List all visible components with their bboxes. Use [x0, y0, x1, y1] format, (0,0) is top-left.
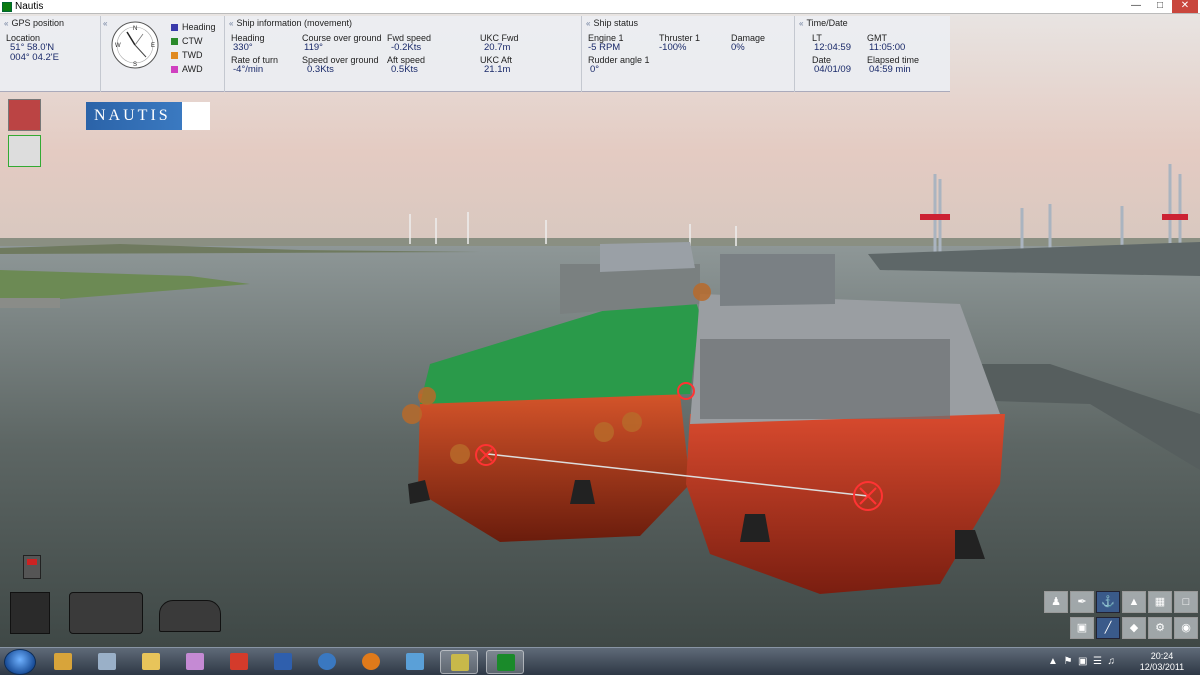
taskbar-acrobat-app[interactable] [220, 650, 258, 674]
heading-legend: Heading [171, 22, 216, 32]
ctw-legend: CTW [171, 36, 203, 46]
time-section-title[interactable]: «Time/Date [799, 18, 848, 28]
svg-text:N: N [133, 26, 137, 32]
taskbar-cheque-app[interactable] [440, 650, 478, 674]
system-tray[interactable]: ▲ ⚑ ▣ ☰ ♫ [1048, 656, 1115, 667]
sog-value: 0.3Kts [307, 64, 334, 75]
minimize-button[interactable]: — [1124, 0, 1148, 13]
fwd-speed-value: -0.2Kts [391, 42, 422, 53]
engine-value: -5 RPM [588, 42, 621, 53]
taskbar-folder-app[interactable] [44, 650, 82, 674]
maximize-button[interactable]: □ [1148, 0, 1172, 13]
taskbar-clock[interactable]: 20:24 12/03/2011 [1136, 651, 1188, 673]
ship-info-panel: «GPS position Location 51° 58.0'N 004° 0… [0, 16, 950, 92]
twd-legend: TWD [171, 50, 203, 60]
settings-icon[interactable]: ⚙ [1148, 617, 1172, 639]
svg-text:S: S [133, 62, 137, 68]
taskbar-thunderbird-app[interactable] [308, 650, 346, 674]
ship-view-button-2[interactable] [8, 135, 41, 167]
movement-section-title[interactable]: «Ship information (movement) [229, 18, 352, 28]
red-light-icon [27, 559, 37, 565]
heading-swatch [171, 24, 178, 31]
date-value: 04/01/09 [814, 64, 851, 75]
clock-date: 12/03/2011 [1139, 662, 1185, 672]
rudder-indicator-control[interactable] [159, 600, 221, 632]
taskbar-nautis-app[interactable] [486, 650, 524, 674]
damage-value: 0% [731, 42, 745, 53]
window-titlebar: Nautis — □ ✕ [0, 0, 1200, 14]
collapse-icon: « [103, 19, 108, 28]
taskbar-calculator-app[interactable] [88, 650, 126, 674]
compass-section: « N S W E Heading CTW TWD AWD [101, 16, 225, 92]
helm-wheel-control[interactable] [69, 592, 143, 634]
nautis-app-icon [2, 2, 12, 12]
alarm-indicator[interactable] [23, 555, 41, 579]
cog-value: 119° [304, 42, 323, 53]
ukc-fwd-value: 20.7m [484, 42, 511, 53]
gmt-value: 11:05:00 [869, 42, 906, 53]
collapse-icon: « [4, 19, 9, 28]
svg-text:E: E [151, 43, 155, 49]
clock-time: 20:24 [1150, 651, 1174, 661]
time-section: «Time/Date LT 12:04:59 Date 04/01/09 GMT… [795, 16, 950, 92]
thruster-value: -100% [659, 42, 687, 53]
compass-rose-icon: N S W E [111, 21, 159, 69]
longitude-value: 004° 04.2'E [10, 52, 59, 63]
box-icon[interactable]: □ [1174, 591, 1198, 613]
movement-section: «Ship information (movement) Heading 330… [225, 16, 582, 92]
svg-text:W: W [115, 43, 121, 49]
twd-swatch [171, 52, 178, 59]
anchor-icon[interactable]: ⚓ [1096, 591, 1120, 613]
status-section-title[interactable]: «Ship status [586, 18, 638, 28]
person-icon[interactable]: ♟ [1044, 591, 1068, 613]
pen-icon[interactable]: ✒ [1070, 591, 1094, 613]
awd-swatch [171, 66, 178, 73]
close-button[interactable]: ✕ [1172, 0, 1198, 13]
eye-icon[interactable]: ◉ [1174, 617, 1198, 639]
heading-value: 330° [233, 42, 253, 53]
ukc-aft-value: 21.1m [484, 64, 511, 75]
gps-section-title[interactable]: «GPS position [4, 18, 64, 28]
collapse-icon: « [229, 19, 234, 28]
taskbar-notes-app[interactable] [396, 650, 434, 674]
ship-icon[interactable]: ◆ [1122, 617, 1146, 639]
wave-icon [182, 102, 210, 130]
collapse-icon: « [586, 19, 591, 28]
window-title: Nautis [15, 1, 44, 12]
ctw-swatch [171, 38, 178, 45]
status-section: «Ship status Engine 1 -5 RPM Rudder angl… [582, 16, 795, 92]
aft-speed-value: 0.5Kts [391, 64, 418, 75]
awd-legend: AWD [171, 64, 203, 74]
tug-icon[interactable]: ▲ [1122, 591, 1146, 613]
taskbar-paint-app[interactable] [176, 650, 214, 674]
grid-icon[interactable]: ▣ [1070, 617, 1094, 639]
collapse-icon: « [799, 19, 804, 28]
gps-section: «GPS position Location 51° 58.0'N 004° 0… [0, 16, 101, 92]
rudder-value: 0° [590, 64, 600, 75]
start-button[interactable] [4, 649, 36, 675]
ship-view-button-1[interactable] [8, 99, 41, 131]
elapsed-value: 04:59 min [869, 64, 911, 75]
nautis-logo: NAUTIS [86, 102, 210, 130]
rate-of-turn-value: -4°/min [233, 64, 264, 75]
taskbar-explorer-app[interactable] [132, 650, 170, 674]
mooring-icon[interactable]: ▦ [1148, 591, 1172, 613]
taskbar-firefox-app[interactable] [352, 650, 390, 674]
line-icon[interactable]: ╱ [1096, 617, 1120, 639]
windows-taskbar: ▲ ⚑ ▣ ☰ ♫ 20:24 12/03/2011 [0, 647, 1200, 675]
telegraph-control[interactable] [10, 592, 50, 634]
lt-value: 12:04:59 [814, 42, 851, 53]
taskbar-word-app[interactable] [264, 650, 302, 674]
